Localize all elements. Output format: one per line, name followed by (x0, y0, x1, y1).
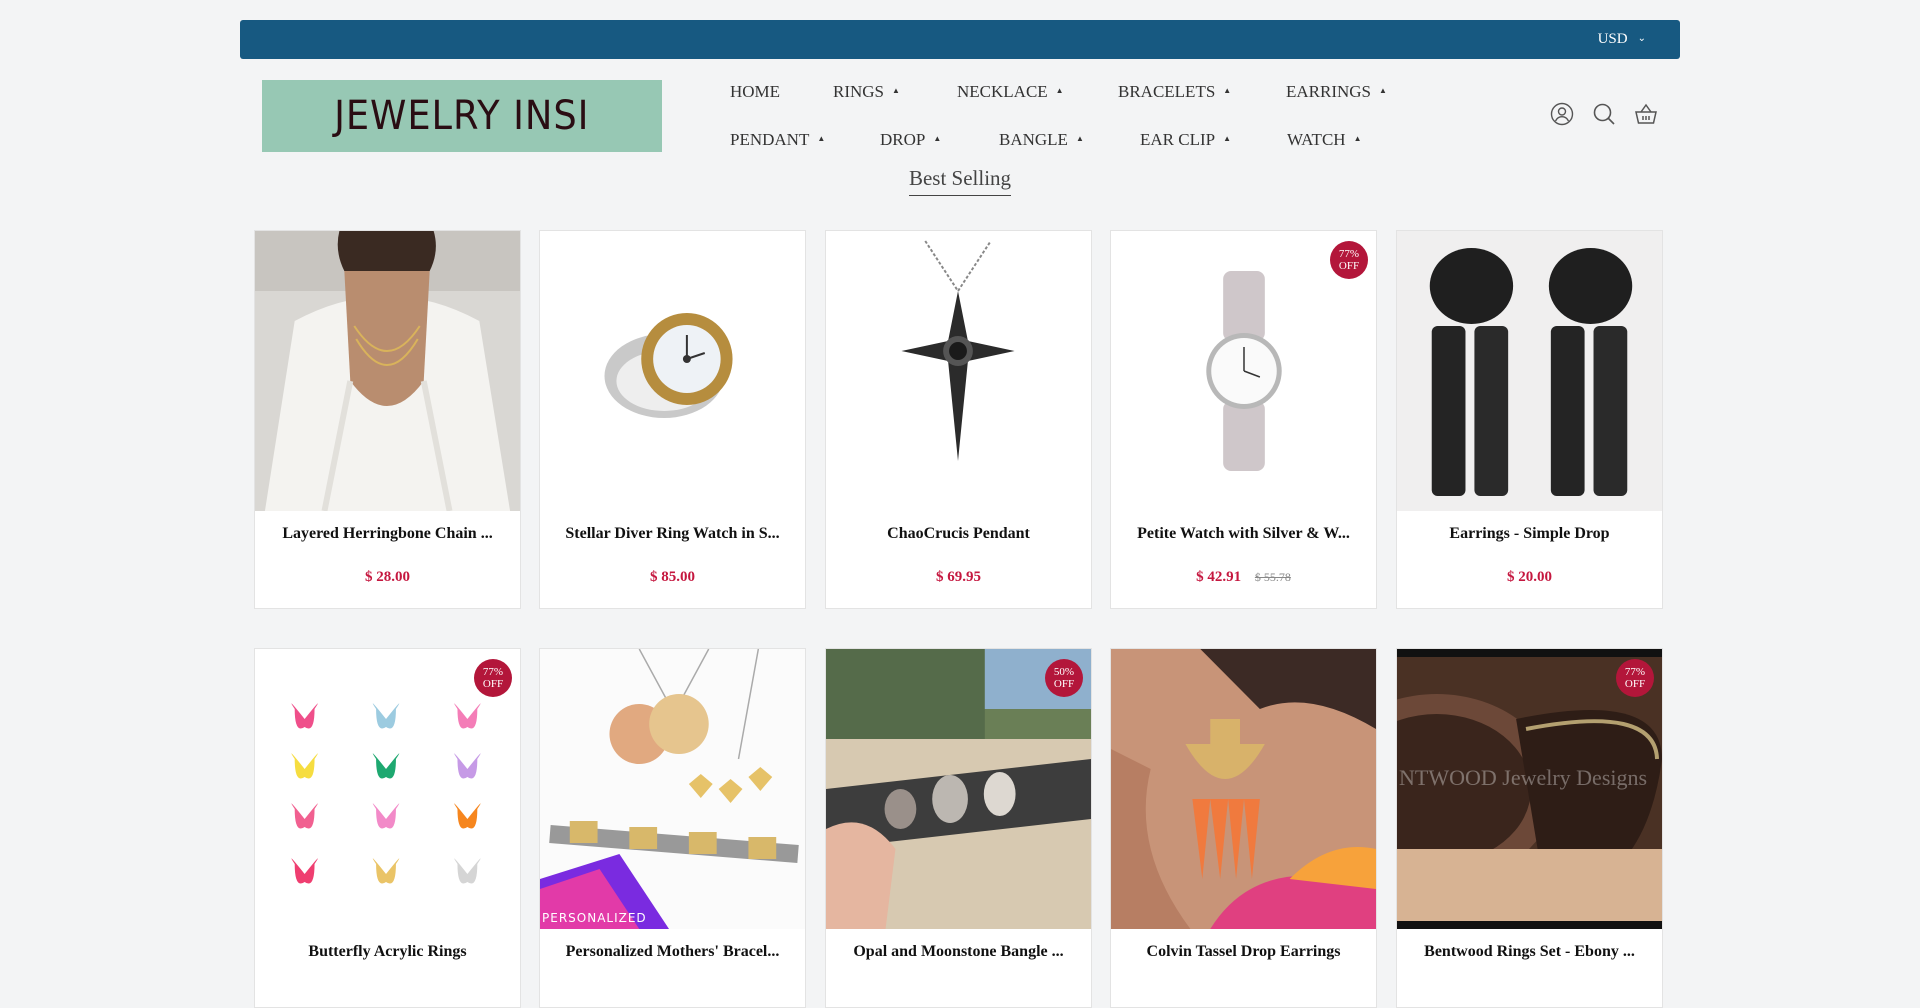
product-card[interactable]: Earrings - Simple Drop $ 20.00 (1396, 230, 1663, 609)
product-title[interactable]: Butterfly Acrylic Rings (255, 943, 520, 961)
product-title[interactable]: Bentwood Rings Set - Ebony ... (1397, 943, 1662, 961)
nav-necklace[interactable]: NECKLACE ▲ (957, 82, 1064, 102)
nav-ear-clip[interactable]: EAR CLIP ▲ (1140, 130, 1231, 150)
product-price-row: $ 69.95 (826, 569, 1091, 586)
nav-home[interactable]: HOME (730, 82, 780, 102)
section-heading: Best Selling (0, 166, 1920, 196)
product-price-row: $ 28.00 (255, 569, 520, 586)
product-image[interactable]: 50% OFF (826, 649, 1091, 929)
personalized-banner-text: PERSONALIZED (542, 911, 647, 925)
product-image[interactable] (826, 231, 1091, 511)
caret-down-icon: ▲ (1353, 134, 1362, 143)
currency-selector[interactable]: USD ⌄ (1598, 20, 1646, 59)
product-image[interactable] (255, 231, 520, 511)
product-compare-price: $ 55.78 (1254, 570, 1291, 584)
watermark-text: NTWOOD Jewelry Designs (1399, 765, 1648, 790)
product-card[interactable]: Colvin Tassel Drop Earrings (1110, 648, 1377, 1008)
caret-down-icon: ▲ (1379, 86, 1387, 95)
caret-down-icon: ▲ (933, 134, 942, 143)
nav-bracelets[interactable]: BRACELETS ▲ (1118, 82, 1231, 102)
product-card[interactable]: ChaoCrucis Pendant $ 69.95 (825, 230, 1092, 609)
caret-down-icon: ▲ (817, 134, 826, 143)
section-title[interactable]: Best Selling (908, 166, 1012, 196)
product-title[interactable]: Opal and Moonstone Bangle ... (826, 943, 1091, 961)
product-title[interactable]: Layered Herringbone Chain ... (255, 525, 520, 543)
product-image[interactable]: PERSONALIZED (540, 649, 805, 929)
product-card[interactable]: Layered Herringbone Chain ... $ 28.00 (254, 230, 521, 609)
product-title[interactable]: Stellar Diver Ring Watch in S... (540, 525, 805, 543)
product-image[interactable]: NTWOOD Jewelry Designs 77% OFF (1397, 649, 1662, 929)
product-image[interactable] (1397, 231, 1662, 511)
nav-watch[interactable]: WATCH ▲ (1287, 130, 1361, 150)
account-icon[interactable] (1550, 102, 1574, 126)
discount-badge: 77% OFF (474, 659, 512, 697)
caret-down-icon: ▲ (1223, 86, 1232, 95)
product-image[interactable] (540, 231, 805, 511)
product-price-row: $ 42.91 $ 55.78 (1111, 569, 1376, 586)
product-price: $ 42.91 (1196, 569, 1242, 585)
product-price-row: $ 85.00 (540, 569, 805, 586)
product-price: $ 20.00 (1507, 569, 1552, 585)
product-card[interactable]: NTWOOD Jewelry Designs 77% OFF Bentwood R… (1396, 648, 1663, 1008)
top-bar: USD ⌄ (240, 20, 1680, 59)
header-icons (1550, 102, 1658, 126)
nav-pendant[interactable]: PENDANT ▲ (730, 130, 825, 150)
nav-earrings[interactable]: EARRINGS ▲ (1286, 82, 1387, 102)
discount-badge: 77% OFF (1616, 659, 1654, 697)
currency-label: USD (1597, 31, 1628, 47)
product-price: $ 85.00 (650, 569, 695, 585)
nav-bangle[interactable]: BANGLE ▲ (999, 130, 1084, 150)
nav-drop[interactable]: DROP ▲ (880, 130, 941, 150)
nav-rings[interactable]: RINGS ▲ (833, 82, 900, 102)
product-title[interactable]: Earrings - Simple Drop (1397, 525, 1662, 543)
chevron-down-icon: ⌄ (1637, 33, 1646, 44)
main-nav: HOME RINGS ▲ NECKLACE ▲ BRACELETS ▲ EARRING… (0, 76, 1920, 176)
product-price: $ 28.00 (365, 569, 410, 585)
caret-down-icon: ▲ (1075, 134, 1084, 143)
product-image[interactable]: 77% OFF (1111, 231, 1376, 511)
discount-badge: 50% OFF (1045, 659, 1083, 697)
cart-icon[interactable] (1634, 102, 1658, 126)
product-card[interactable]: 50% OFF Opal and Moonstone Bangle ... (825, 648, 1092, 1008)
caret-down-icon: ▲ (1055, 86, 1064, 95)
product-image[interactable] (1111, 649, 1376, 929)
caret-down-icon: ▲ (892, 86, 900, 95)
product-price: $ 69.95 (936, 569, 981, 585)
product-title[interactable]: Petite Watch with Silver & W... (1111, 525, 1376, 543)
product-price-row: $ 20.00 (1397, 569, 1662, 586)
product-title[interactable]: Personalized Mothers' Bracel... (540, 943, 805, 961)
product-card[interactable]: PERSONALIZED Personalized Mothers' Brace… (539, 648, 806, 1008)
product-title[interactable]: Colvin Tassel Drop Earrings (1111, 943, 1376, 961)
search-icon[interactable] (1592, 102, 1616, 126)
product-image[interactable]: 77% OFF (255, 649, 520, 929)
product-card[interactable]: 77% OFF Butterfly Acrylic Rings (254, 648, 521, 1008)
discount-badge: 77% OFF (1330, 241, 1368, 279)
product-card[interactable]: 77% OFF Petite Watch with Silver & W... $… (1110, 230, 1377, 609)
product-card[interactable]: Stellar Diver Ring Watch in S... $ 85.00 (539, 230, 806, 609)
caret-down-icon: ▲ (1223, 134, 1232, 143)
product-title[interactable]: ChaoCrucis Pendant (826, 525, 1091, 543)
